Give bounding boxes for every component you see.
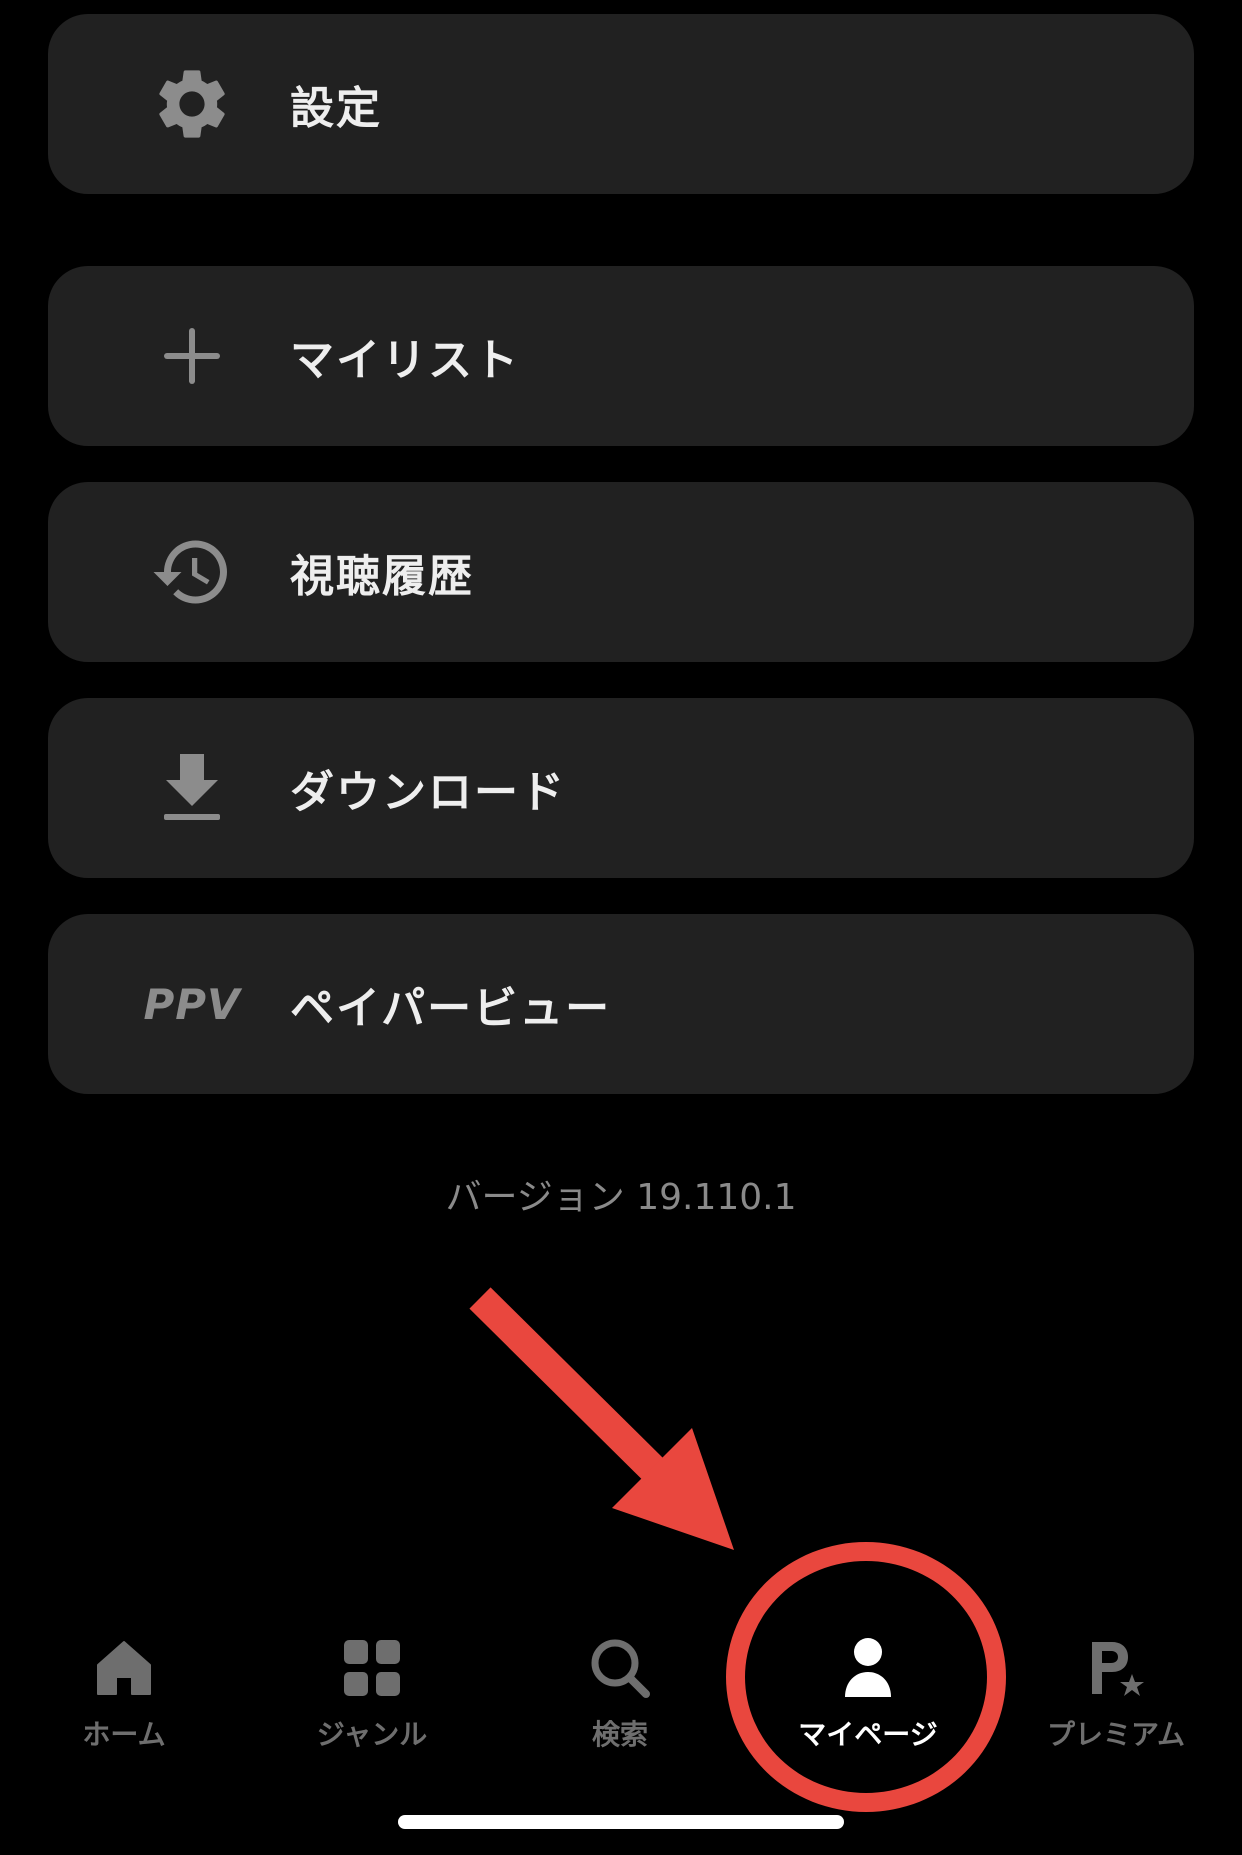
premium-star-icon xyxy=(1081,1633,1151,1703)
home-indicator[interactable] xyxy=(398,1815,844,1829)
bottom-tab-bar: ホーム ジャンル 検索 マイページ プレミアム xyxy=(0,1615,1242,1755)
tab-premium[interactable]: プレミアム xyxy=(1016,1615,1216,1755)
tab-search-label: 検索 xyxy=(591,1718,648,1751)
tab-home-label: ホーム xyxy=(82,1718,166,1751)
home-icon xyxy=(89,1633,159,1703)
tab-home[interactable]: ホーム xyxy=(24,1615,224,1755)
tab-mypage[interactable]: マイページ xyxy=(768,1615,968,1755)
tab-genre-label: ジャンル xyxy=(316,1718,428,1751)
search-icon xyxy=(585,1633,655,1703)
person-icon xyxy=(833,1633,903,1703)
tab-premium-label: プレミアム xyxy=(1046,1718,1186,1751)
tab-search[interactable]: 検索 xyxy=(520,1615,720,1755)
tab-genre[interactable]: ジャンル xyxy=(272,1615,472,1755)
grid-icon xyxy=(337,1633,407,1703)
tab-mypage-label: マイページ xyxy=(798,1718,938,1751)
annotation-arrow xyxy=(469,1287,734,1550)
